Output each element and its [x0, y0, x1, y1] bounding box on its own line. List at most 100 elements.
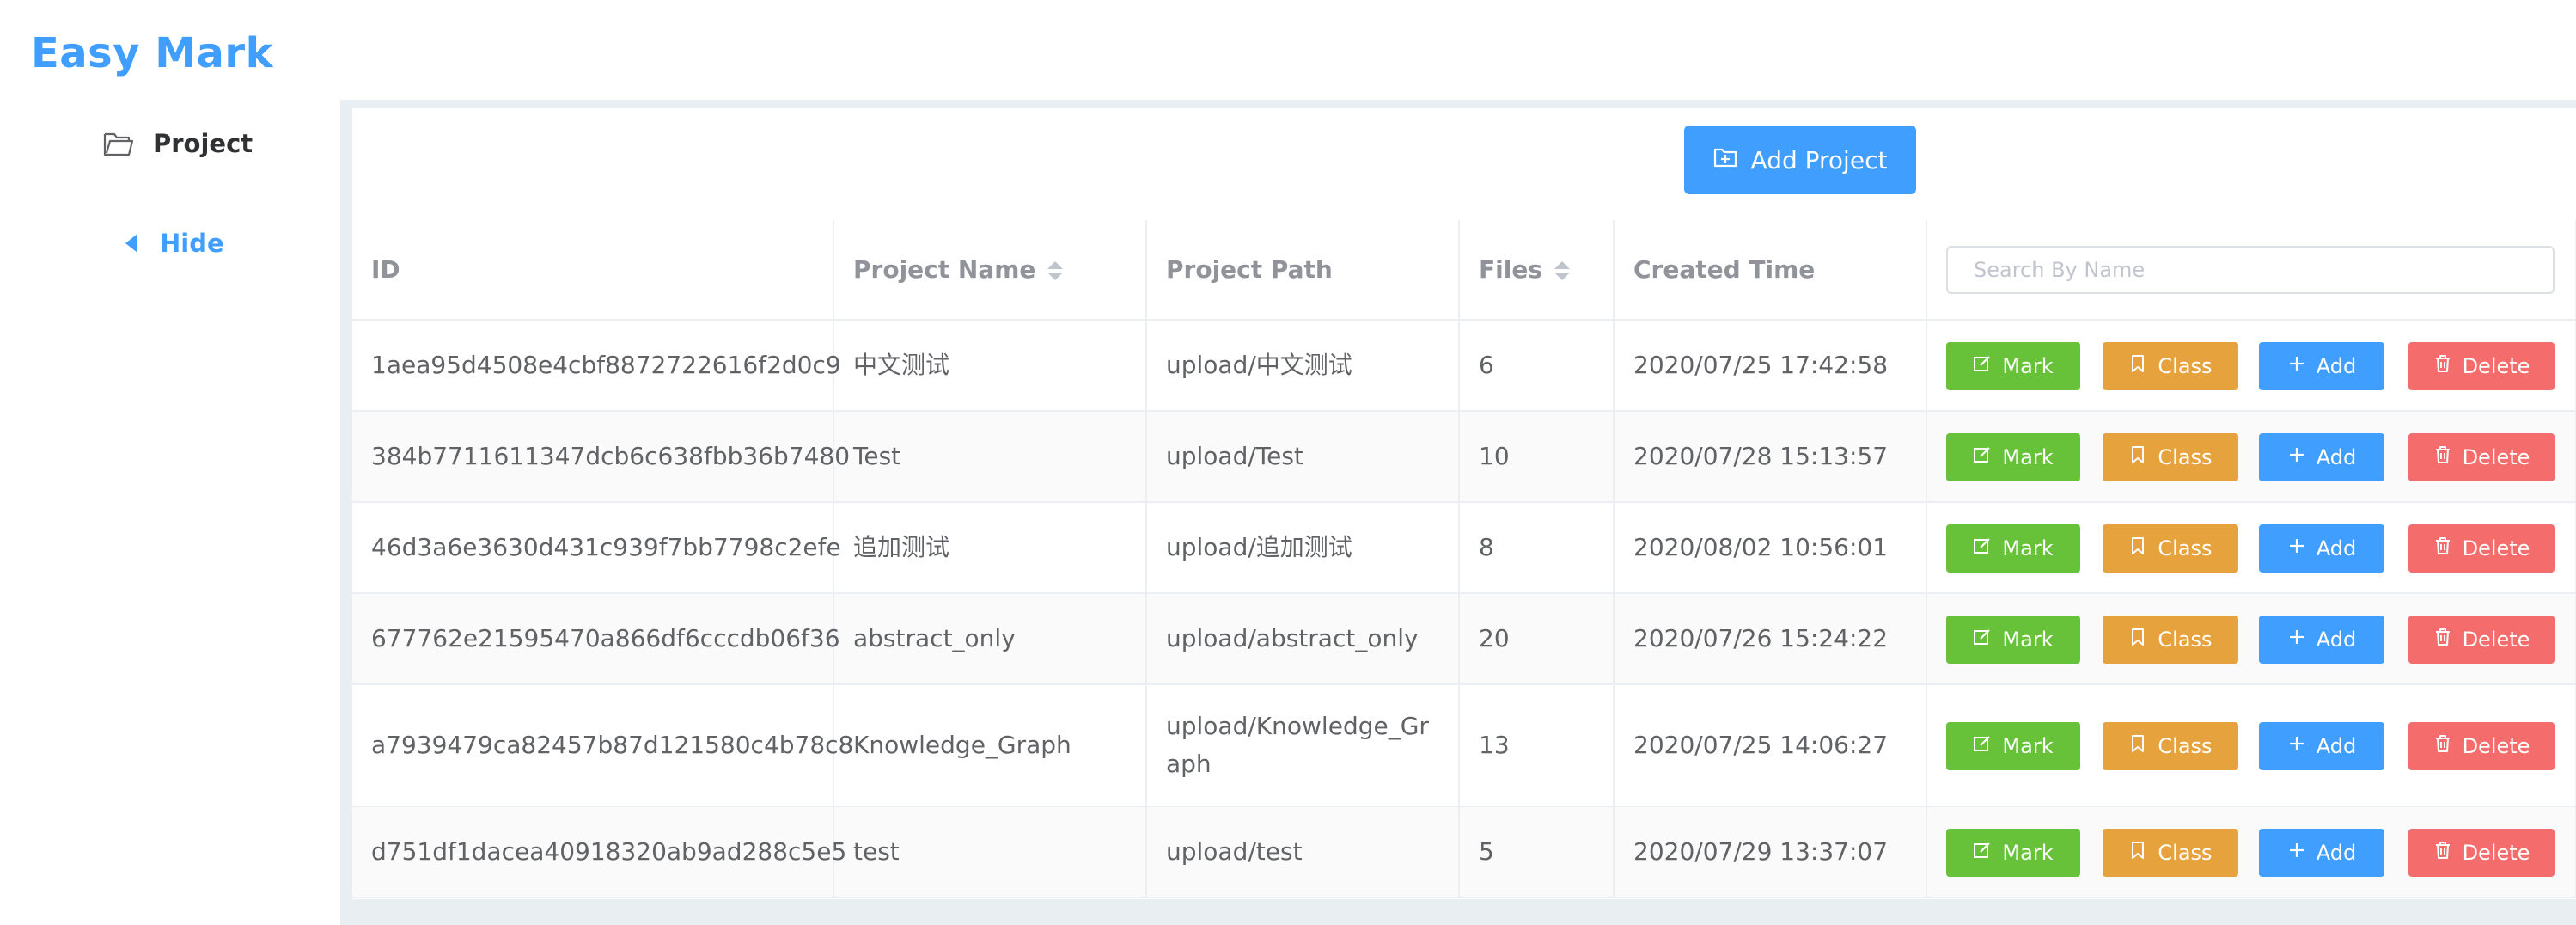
folder-add-icon: [1713, 145, 1737, 175]
files-count-cell: 20: [1459, 593, 1615, 685]
main-content: Add Project ID Project Name Project Path…: [340, 100, 2576, 925]
table-row: 384b7711611347dcb6c638fbb36b7480 Test uplo…: [352, 411, 2576, 503]
mark-button[interactable]: Mark: [1946, 829, 2080, 877]
project-name-cell: 中文测试: [833, 320, 1147, 412]
project-id-cell: 677762e21595470a866df6cccdb06f36: [352, 593, 840, 685]
edit-icon: [1973, 734, 1992, 758]
plus-icon: [2287, 445, 2306, 469]
edit-icon: [1973, 354, 1992, 378]
trash-icon: [2433, 354, 2452, 378]
plus-icon: [2287, 536, 2306, 561]
edit-icon: [1973, 628, 1992, 652]
actions-cell: Mark Class Add Delete: [1926, 320, 2576, 412]
mark-button[interactable]: Mark: [1946, 433, 2080, 481]
hide-sidebar-toggle[interactable]: Hide: [125, 229, 224, 258]
delete-button[interactable]: Delete: [2408, 524, 2555, 573]
column-header-created-time: Created Time: [1614, 220, 1927, 321]
actions-cell: Mark Class Add Delete: [1926, 502, 2576, 594]
project-path-cell: upload/abstract_only: [1146, 593, 1460, 685]
bookmark-icon: [2128, 536, 2147, 561]
trash-icon: [2433, 841, 2452, 865]
created-time-cell: 2020/07/25 14:06:27: [1614, 684, 1927, 807]
column-header-search: [1926, 220, 2576, 321]
add-button[interactable]: Add: [2259, 342, 2384, 390]
project-path-cell: upload/Test: [1146, 411, 1460, 503]
project-id-cell: 1aea95d4508e4cbf8872722616f2d0c9: [352, 320, 841, 412]
bookmark-icon: [2128, 445, 2147, 469]
mark-button[interactable]: Mark: [1946, 342, 2080, 390]
hide-label: Hide: [160, 229, 224, 258]
delete-button[interactable]: Delete: [2408, 829, 2555, 877]
mark-button[interactable]: Mark: [1946, 722, 2080, 770]
files-count-cell: 8: [1459, 502, 1615, 594]
project-path-cell: upload/test: [1146, 806, 1460, 898]
trash-icon: [2433, 628, 2452, 652]
add-project-button[interactable]: Add Project: [1684, 126, 1916, 194]
created-time-cell: 2020/07/29 13:37:07: [1614, 806, 1927, 898]
actions-cell: Mark Class Add Delete: [1926, 411, 2576, 503]
table-row: 1aea95d4508e4cbf8872722616f2d0c9 中文测试 uplo…: [352, 320, 2576, 412]
sidebar-item-project[interactable]: Project: [103, 129, 253, 158]
actions-cell: Mark Class Add Delete: [1926, 806, 2576, 898]
bookmark-icon: [2128, 628, 2147, 652]
project-name-cell: 追加测试: [833, 502, 1147, 594]
delete-button[interactable]: Delete: [2408, 722, 2555, 770]
delete-button[interactable]: Delete: [2408, 433, 2555, 481]
trash-icon: [2433, 734, 2452, 758]
add-button[interactable]: Add: [2259, 433, 2384, 481]
delete-button[interactable]: Delete: [2408, 616, 2555, 664]
sort-caret-icon[interactable]: [1047, 261, 1064, 280]
class-button[interactable]: Class: [2103, 722, 2238, 770]
add-project-label: Add Project: [1750, 145, 1888, 175]
project-path-cell: upload/Knowledge_Graph: [1166, 712, 1429, 778]
projects-table-card: ID Project Name Project Path Files Creat…: [352, 220, 2576, 899]
edit-icon: [1973, 445, 1992, 469]
table-row: 46d3a6e3630d431c939f7bb7798c2efe 追加测试 uplo…: [352, 502, 2576, 594]
table-header-row: ID Project Name Project Path Files Creat…: [352, 220, 2576, 321]
projects-table: ID Project Name Project Path Files Creat…: [352, 220, 2576, 898]
mark-button[interactable]: Mark: [1946, 616, 2080, 664]
project-id-cell: 384b7711611347dcb6c638fbb36b7480: [352, 411, 850, 503]
edit-icon: [1973, 536, 1992, 561]
project-name-cell: Knowledge_Graph: [833, 684, 1147, 807]
plus-icon: [2287, 841, 2306, 865]
table-row: 677762e21595470a866df6cccdb06f36 abstract…: [352, 593, 2576, 685]
column-header-files[interactable]: Files: [1459, 220, 1615, 321]
table-row: a7939479ca82457b87d121580c4b78c8 Knowledg…: [352, 684, 2576, 807]
project-id-cell: 46d3a6e3630d431c939f7bb7798c2efe: [352, 502, 841, 594]
add-button[interactable]: Add: [2259, 524, 2384, 573]
class-button[interactable]: Class: [2103, 616, 2238, 664]
class-button[interactable]: Class: [2103, 342, 2238, 390]
class-button[interactable]: Class: [2103, 433, 2238, 481]
add-button[interactable]: Add: [2259, 829, 2384, 877]
search-input[interactable]: [1946, 245, 2555, 294]
column-header-id: ID: [352, 220, 834, 321]
project-path-cell: upload/追加测试: [1146, 502, 1460, 594]
column-header-project-name[interactable]: Project Name: [833, 220, 1147, 321]
class-button[interactable]: Class: [2103, 829, 2238, 877]
caret-left-icon: [125, 234, 137, 253]
files-count-cell: 13: [1459, 684, 1615, 807]
actions-cell: Mark Class Add Delete: [1926, 593, 2576, 685]
delete-button[interactable]: Delete: [2408, 342, 2555, 390]
edit-icon: [1973, 841, 1992, 865]
add-button[interactable]: Add: [2259, 722, 2384, 770]
actions-cell: Mark Class Add Delete: [1926, 684, 2576, 807]
sidebar-item-label: Project: [153, 129, 253, 158]
plus-icon: [2287, 734, 2306, 758]
files-count-cell: 6: [1459, 320, 1615, 412]
mark-button[interactable]: Mark: [1946, 524, 2080, 573]
add-button[interactable]: Add: [2259, 616, 2384, 664]
created-time-cell: 2020/07/28 15:13:57: [1614, 411, 1927, 503]
trash-icon: [2433, 445, 2452, 469]
created-time-cell: 2020/08/02 10:56:01: [1614, 502, 1927, 594]
project-name-cell: abstract_only: [833, 593, 1147, 685]
column-header-project-path: Project Path: [1146, 220, 1460, 321]
files-count-cell: 5: [1459, 806, 1615, 898]
app-logo: Easy Mark: [31, 29, 273, 77]
files-count-cell: 10: [1459, 411, 1615, 503]
folder-open-icon: [103, 129, 134, 158]
class-button[interactable]: Class: [2103, 524, 2238, 573]
sort-caret-icon[interactable]: [1554, 261, 1570, 280]
created-time-cell: 2020/07/25 17:42:58: [1614, 320, 1927, 412]
